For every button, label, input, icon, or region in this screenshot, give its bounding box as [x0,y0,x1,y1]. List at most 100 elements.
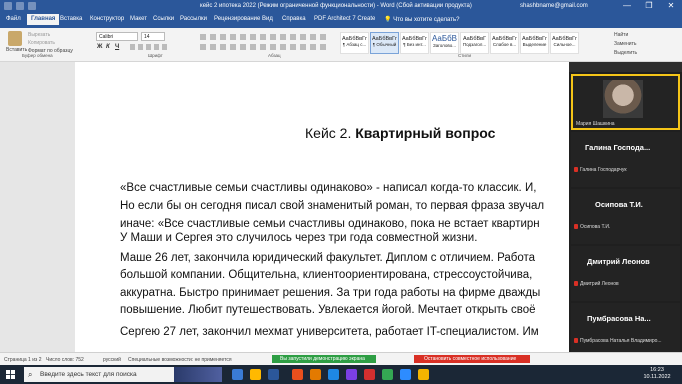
tell-me-search[interactable]: 💡 Что вы хотите сделать? [384,16,459,23]
weather-widget[interactable] [174,367,222,382]
yandex-icon[interactable] [364,369,375,380]
system-clock[interactable]: 16:23 10.11.2022 [640,367,674,381]
page-count[interactable]: Страница 1 из 2 [4,357,41,363]
participant-video [603,80,643,118]
windows-start-icon[interactable] [6,370,15,379]
style-label: ¶ Абзац с... [342,42,367,47]
tab-home[interactable]: Главная [27,14,60,25]
stop-share-button[interactable]: Остановить совместное использование [414,355,530,363]
participant-video-card[interactable]: Мария Шашкина [571,74,680,130]
style-heading-1[interactable]: АаБбВ Заголово... [430,32,459,54]
mic-muted-icon [574,338,578,343]
style-no-spacing[interactable]: АаБбВвГг ¶ Без инт... [400,32,429,54]
screen-share-indicator: Вы запустили демонстрацию экрана [272,355,376,363]
doc-line: У Маши и Сергея это случилось через три … [120,232,478,244]
style-subtitle[interactable]: АаБбВвГ Подзагол... [460,32,489,54]
paragraph-group-label: Абзац [268,53,281,58]
tab-review[interactable]: Рецензирование [214,16,260,22]
tab-references[interactable]: Ссылки [153,16,174,22]
participant-card[interactable]: Дмитрий Леонов Дмитрий Леонов [571,246,680,301]
select-button[interactable]: Выделить [614,50,637,56]
italic-button[interactable]: К [106,44,110,50]
minimize-button[interactable]: — [616,0,638,13]
participant-card[interactable]: Пумбрасова На... Пумбрасова Наталья Влад… [571,303,680,352]
style-intense-emphasis[interactable]: АаБбВвГг Сильное... [550,32,579,54]
app-icon[interactable] [346,369,357,380]
zoom-panel-header[interactable] [569,62,682,72]
folder-icon[interactable] [418,369,429,380]
participant-name: Пумбрасова На... [587,314,651,323]
tab-view[interactable]: Вид [262,16,273,22]
search-placeholder: Введите здесь текст для поиска [40,371,137,378]
word-icon[interactable] [268,369,279,380]
font-group-label: Шрифт [148,53,163,58]
zoom-icon[interactable] [400,369,411,380]
paragraph-tools-bottom[interactable] [200,44,330,50]
bold-button[interactable]: Ж [97,44,102,50]
copy-button[interactable]: Копировать [28,40,55,46]
save-icon[interactable] [4,2,12,10]
paste-icon[interactable] [8,31,22,46]
participant-subname: Пумбрасова Наталья Владимиро... [580,338,662,344]
taskbar: ⌕ Введите здесь текст для поиска 16:23 1… [0,365,682,384]
close-button[interactable]: ✕ [660,0,682,13]
word-count[interactable]: Число слов: 752 [46,357,84,363]
ribbon-tabs: Файл Главная Вставка Конструктор Макет С… [0,13,682,28]
maximize-button[interactable]: ❐ [638,0,660,13]
replace-button[interactable]: Заменить [614,41,636,47]
title-bar: кейс 2 ипотека 2022 (Режим ограниченной … [0,0,682,13]
taskbar-search-input[interactable]: ⌕ Введите здесь текст для поиска [24,367,174,382]
style-label: ¶ Обычный [372,42,397,47]
underline-button[interactable]: Ч [115,44,119,50]
language[interactable]: русский [103,357,121,363]
firefox-icon[interactable] [310,369,321,380]
participant-card[interactable]: Осипова Т.И. Осипова Т.И. [571,189,680,244]
styles-group-label: Стили [458,53,471,58]
tab-design[interactable]: Конструктор [90,16,124,22]
doc-line: «Все счастливые семьи счастливы одинаков… [120,182,537,194]
file-explorer-icon[interactable] [250,369,261,380]
style-label: Слабое в... [492,42,517,47]
tab-pdf-architect[interactable]: PDF Architect 7 Create [314,16,375,22]
style-subtle-emphasis[interactable]: АаБбВвГг Слабое в... [490,32,519,54]
style-list-paragraph[interactable]: АаБбВвГг ¶ Абзац с... [340,32,369,54]
tab-layout[interactable]: Макет [130,16,147,22]
doc-line: Маше 26 лет, закончила юридический факул… [120,252,536,264]
font-name-select[interactable]: Calibri [96,32,138,41]
chrome-icon[interactable] [382,369,393,380]
undo-icon[interactable] [16,2,24,10]
participant-card[interactable]: Галина Господа... Галина Господарчук [571,132,680,187]
style-label: Выделение [522,42,547,47]
tab-help[interactable]: Справка [282,16,306,22]
style-normal[interactable]: АаБбВвГг ¶ Обычный [370,32,399,54]
document-heading: Кейс 2. Квартирный вопрос [305,125,495,141]
tab-insert[interactable]: Вставка [60,16,82,22]
style-emphasis[interactable]: АаБбВвГг Выделение [520,32,549,54]
tab-mailings[interactable]: Рассылки [180,16,207,22]
user-email[interactable]: shashbname@gmail.com [520,3,588,9]
style-label: Сильное... [553,42,576,47]
doc-line: Но если бы он сегодня писал свой знамени… [120,200,545,212]
heading-prefix: Кейс 2. [305,125,356,141]
office-icon[interactable] [292,369,303,380]
edge-icon[interactable] [328,369,339,380]
accessibility-status[interactable]: Специальные возможности: не применяется [128,357,232,363]
zoom-participants-panel: Мария Шашкина Галина Господа... Галина Г… [569,62,682,352]
redo-icon[interactable] [28,2,36,10]
style-label: Заголово... [433,43,456,48]
cut-button[interactable]: Вырезать [28,32,50,38]
paragraph-tools-top[interactable] [200,34,330,40]
font-size-select[interactable]: 14 [141,32,165,41]
tab-file[interactable]: Файл [6,16,21,22]
participant-name: Галина Господа... [585,143,651,152]
mic-muted-icon [574,281,578,286]
window-title: кейс 2 ипотека 2022 (Режим ограниченной … [200,3,472,9]
font-tools-icons[interactable] [130,44,170,50]
doc-line: Сергею 27 лет, закончил мехмат университ… [120,326,539,338]
find-button[interactable]: Найти [614,32,628,38]
mic-muted-icon [574,167,578,172]
task-view-icon[interactable] [232,369,243,380]
clipboard-group-label: Буфер обмена [22,53,53,58]
clock-time: 16:23 [650,367,664,373]
style-sample: АаБбВ [431,34,458,43]
